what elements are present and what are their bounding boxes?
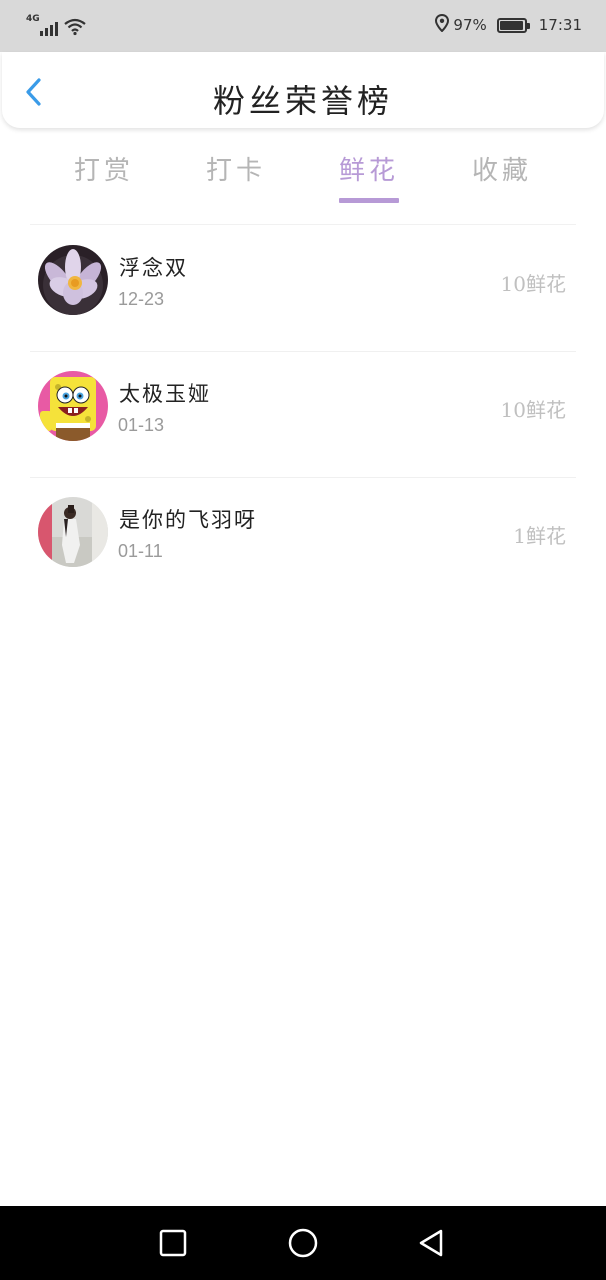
back-nav-button[interactable] — [414, 1226, 448, 1260]
flower-count: 1鲜花 — [513, 524, 566, 548]
location-icon — [435, 13, 450, 36]
home-button[interactable] — [286, 1226, 320, 1260]
recent-apps-button[interactable] — [156, 1226, 190, 1260]
clock: 17:31 — [538, 16, 582, 34]
page-title: 粉丝荣誉榜 — [212, 82, 393, 120]
flower-count: 10鲜花 — [500, 398, 566, 422]
network-type: 4G — [26, 14, 40, 24]
flower-count: 10鲜花 — [500, 272, 566, 296]
status-bar: 4G 97% 17:31 — [0, 0, 606, 52]
tab-flowers[interactable]: 鲜花 — [319, 150, 419, 187]
active-tab-indicator — [339, 198, 399, 203]
list-item[interactable]: 太极玉娅 01-13 10鲜花 — [0, 352, 606, 478]
fan-name: 浮念双 — [119, 256, 188, 280]
tab-favorites[interactable]: 收藏 — [452, 150, 552, 187]
tab-reward[interactable]: 打赏 — [54, 150, 154, 187]
header: 粉丝荣誉榜 — [2, 52, 604, 128]
status-left: 4G — [26, 12, 86, 36]
divider — [30, 224, 576, 225]
square-icon — [159, 1229, 187, 1257]
fan-date: 01-11 — [118, 541, 163, 561]
wifi-icon — [63, 18, 86, 36]
lotus-flower-avatar — [38, 245, 108, 315]
status-right: 97% 17:31 — [435, 13, 582, 36]
tab-bar: 打赏 打卡 鲜花 收藏 — [0, 150, 606, 206]
battery-fill — [499, 20, 523, 30]
fan-date: 12-23 — [118, 289, 165, 309]
circle-icon — [288, 1228, 318, 1258]
spongebob-avatar — [38, 371, 108, 441]
battery-percent: 97% — [453, 16, 487, 34]
fan-list: 浮念双 12-23 10鲜花 太极玉娅 01-13 10鲜花 是你的飞羽呀 01… — [0, 226, 606, 604]
fan-name: 是你的飞羽呀 — [119, 508, 257, 532]
person-photo-avatar — [38, 497, 108, 567]
signal-icon — [39, 20, 58, 36]
navigation-bar — [0, 1206, 606, 1280]
fan-name: 太极玉娅 — [119, 382, 211, 406]
tab-checkin[interactable]: 打卡 — [186, 150, 286, 187]
fan-date: 01-13 — [118, 415, 165, 435]
triangle-back-icon — [419, 1229, 443, 1257]
battery-icon — [496, 17, 530, 33]
list-item[interactable]: 是你的飞羽呀 01-11 1鲜花 — [0, 478, 606, 604]
list-item[interactable]: 浮念双 12-23 10鲜花 — [0, 226, 606, 352]
